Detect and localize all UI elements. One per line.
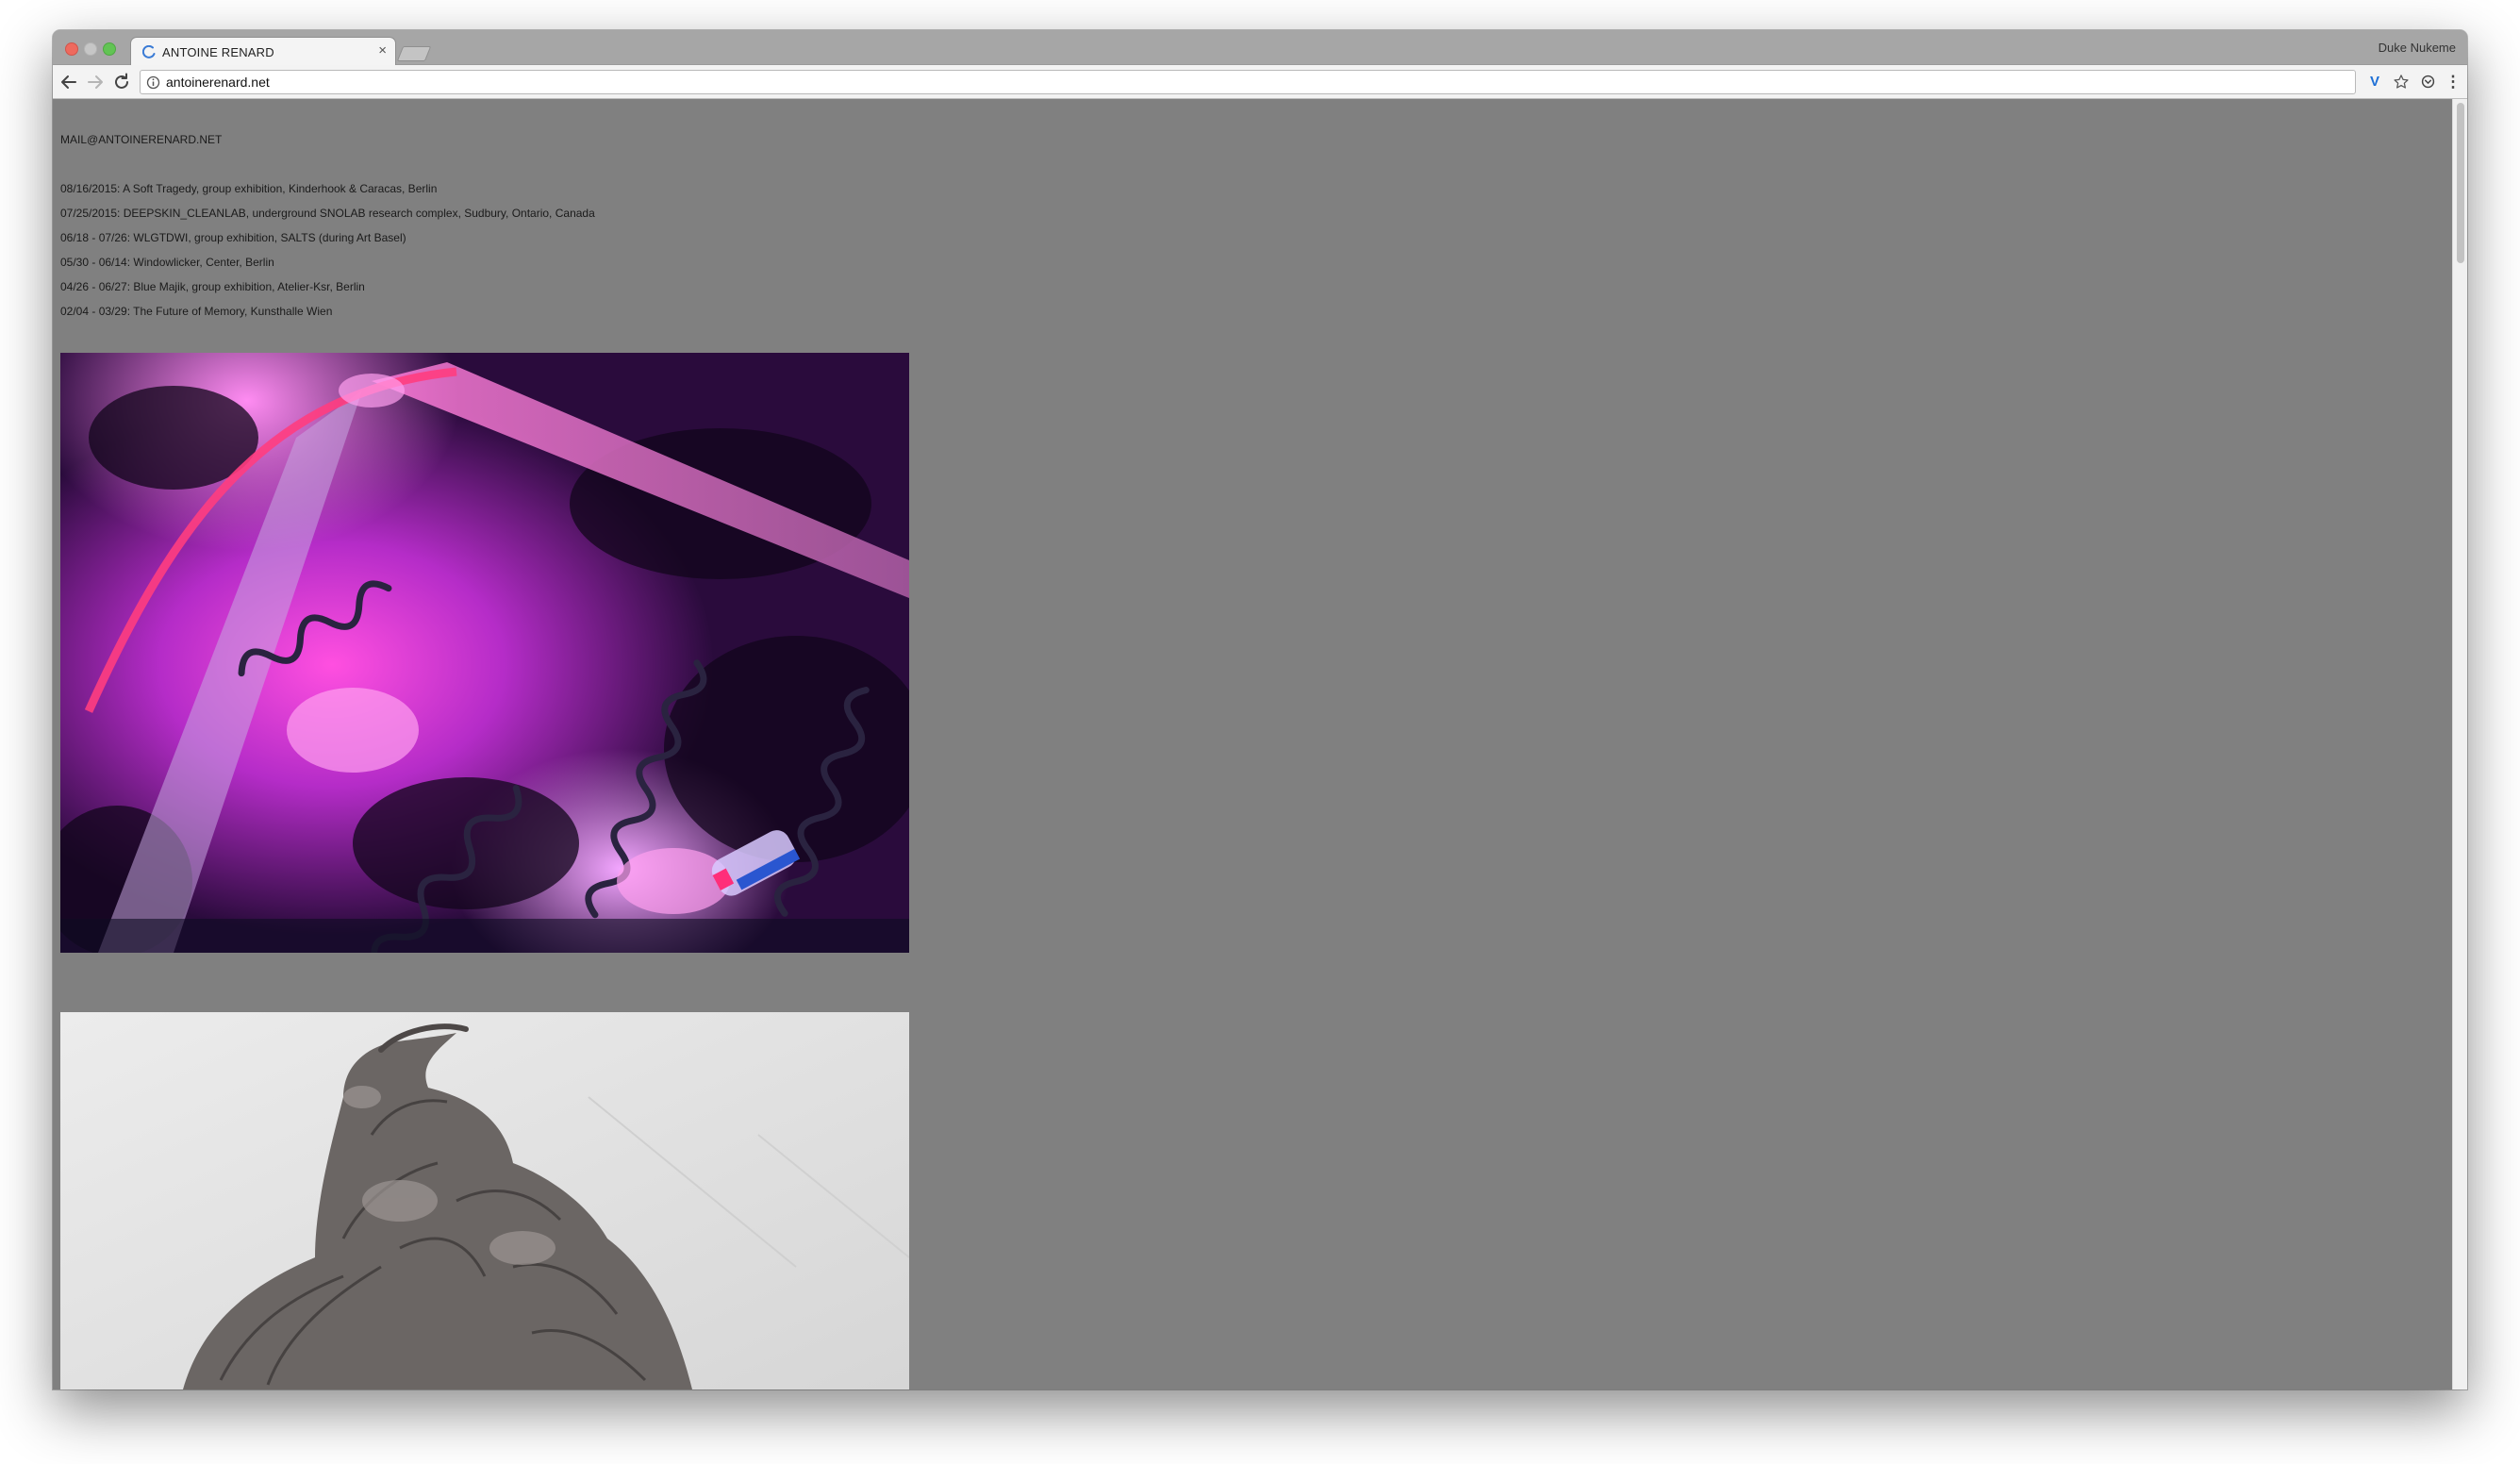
maximize-window-button[interactable] <box>103 42 116 56</box>
browser-toolbar: antoinerenard.net V ⋮ <box>53 65 2467 99</box>
installation-photo-image <box>60 353 909 953</box>
tab-title: ANTOINE RENARD <box>162 45 274 59</box>
exhibition-item: 05/30 - 06/14: Windowlicker, Center, Ber… <box>60 256 274 269</box>
scrollbar-thumb[interactable] <box>2457 103 2464 263</box>
page-viewport: MAIL@ANTOINERENARD.NET 08/16/2015: A Sof… <box>53 99 2467 1389</box>
sculpture-photo-image <box>60 1012 909 1389</box>
info-icon[interactable] <box>146 75 160 90</box>
exhibition-item: 07/25/2015: DEEPSKIN_CLEANLAB, undergrou… <box>60 207 595 220</box>
exhibition-item: 04/26 - 06/27: Blue Majik, group exhibit… <box>60 280 365 293</box>
close-window-button[interactable] <box>65 42 78 56</box>
loading-spinner-icon <box>142 45 156 58</box>
exhibition-list: 08/16/2015: A Soft Tragedy, group exhibi… <box>60 182 595 329</box>
sculpture-photo <box>60 1012 909 1389</box>
new-tab-button[interactable] <box>396 46 432 61</box>
browser-window: ANTOINE RENARD × Duke Nukeme antoinerena… <box>53 30 2467 1389</box>
bookmark-star-icon <box>2394 75 2409 89</box>
tab-close-icon[interactable]: × <box>378 43 387 58</box>
bookmark-button[interactable] <box>2390 71 2412 93</box>
tab-antoine-renard[interactable]: ANTOINE RENARD × <box>130 37 396 66</box>
forward-button[interactable] <box>84 71 107 93</box>
exhibition-item: 08/16/2015: A Soft Tragedy, group exhibi… <box>60 182 438 195</box>
installation-photo <box>60 353 909 953</box>
exhibition-item: 06/18 - 07/26: WLGTDWI, group exhibition… <box>60 231 406 244</box>
back-arrow-icon <box>61 75 76 89</box>
back-button[interactable] <box>58 71 80 93</box>
pocket-icon <box>2421 75 2434 89</box>
minimize-window-button[interactable] <box>84 42 97 56</box>
vimium-v-icon: V <box>2369 74 2379 90</box>
reload-button[interactable] <box>110 71 133 93</box>
forward-arrow-icon <box>88 75 103 89</box>
kebab-menu-icon: ⋮ <box>2445 73 2462 91</box>
contact-email-link[interactable]: MAIL@ANTOINERENARD.NET <box>60 133 222 146</box>
tab-strip: ANTOINE RENARD × Duke Nukeme <box>53 30 2467 66</box>
pocket-extension-button[interactable] <box>2416 71 2439 93</box>
reload-icon <box>115 73 128 89</box>
url-text[interactable]: antoinerenard.net <box>166 75 270 90</box>
address-bar[interactable]: antoinerenard.net <box>140 70 2356 94</box>
exhibition-item: 02/04 - 03/29: The Future of Memory, Kun… <box>60 305 333 318</box>
vimium-extension-button[interactable]: V <box>2363 71 2386 93</box>
profile-name[interactable]: Duke Nukeme <box>2379 41 2456 55</box>
browser-menu-button[interactable]: ⋮ <box>2442 71 2464 93</box>
vertical-scrollbar[interactable] <box>2452 99 2467 1389</box>
